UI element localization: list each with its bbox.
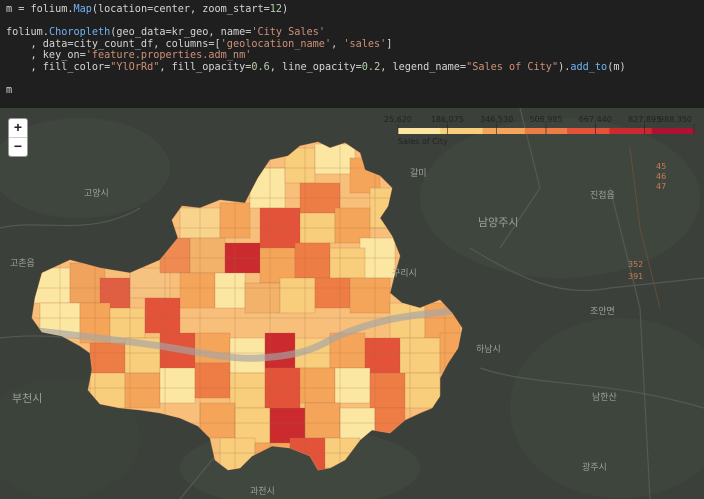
place-label-chodong: 조안면 xyxy=(590,307,615,317)
place-label-namyangju: 남양주시 xyxy=(478,216,519,229)
code-cell[interactable]: m = folium.Map(location=center, zoom_sta… xyxy=(0,0,704,109)
place-label-guri: 구리시 xyxy=(392,269,417,279)
place-label-namhansan: 남한산 xyxy=(592,393,617,403)
code-line-5: , key_on='feature.properties.adm_nm' xyxy=(6,50,252,62)
road-shield-352: 352 xyxy=(628,260,644,269)
place-label-gwangju: 광주시 xyxy=(582,463,607,473)
place-label-gaya: 갈미 xyxy=(410,169,427,179)
code-block: m = folium.Map(location=center, zoom_sta… xyxy=(6,4,626,97)
road-shield-45: 45 xyxy=(656,162,667,171)
code-line-4: , data=city_count_df, columns=['geolocat… xyxy=(6,38,393,50)
road-shield-46: 46 xyxy=(656,172,667,181)
code-line-6: , fill_color="YlOrRd", fill_opacity=0.6,… xyxy=(6,61,626,73)
code-line-1: m = folium.Map(location=center, zoom_sta… xyxy=(6,4,289,15)
code-line-8: m xyxy=(6,85,13,97)
code-line-3: folium.Choropleth(geo_data=kr_geo, name=… xyxy=(6,27,325,39)
road-shield-47: 47 xyxy=(656,182,667,191)
zoom-out-button[interactable]: − xyxy=(9,137,27,156)
place-label-hanam: 하남시 xyxy=(476,345,501,355)
zoom-in-button[interactable]: + xyxy=(9,119,27,137)
place-label-gwacheon: 과천시 xyxy=(250,487,275,497)
road-shield-391: 391 xyxy=(628,272,644,281)
folium-map[interactable]: 고양시 구리시 남양주시 하남시 부천시 과천시 진접읍 조안면 남한산 광주시… xyxy=(0,108,704,499)
place-label-bucheon: 부천시 xyxy=(12,392,43,405)
place-label-goyang: 고양시 xyxy=(84,189,109,199)
place-label-gochon: 고촌읍 xyxy=(10,259,35,269)
place-label-jinjeop: 진접읍 xyxy=(590,191,615,201)
zoom-control: + − xyxy=(8,118,28,157)
